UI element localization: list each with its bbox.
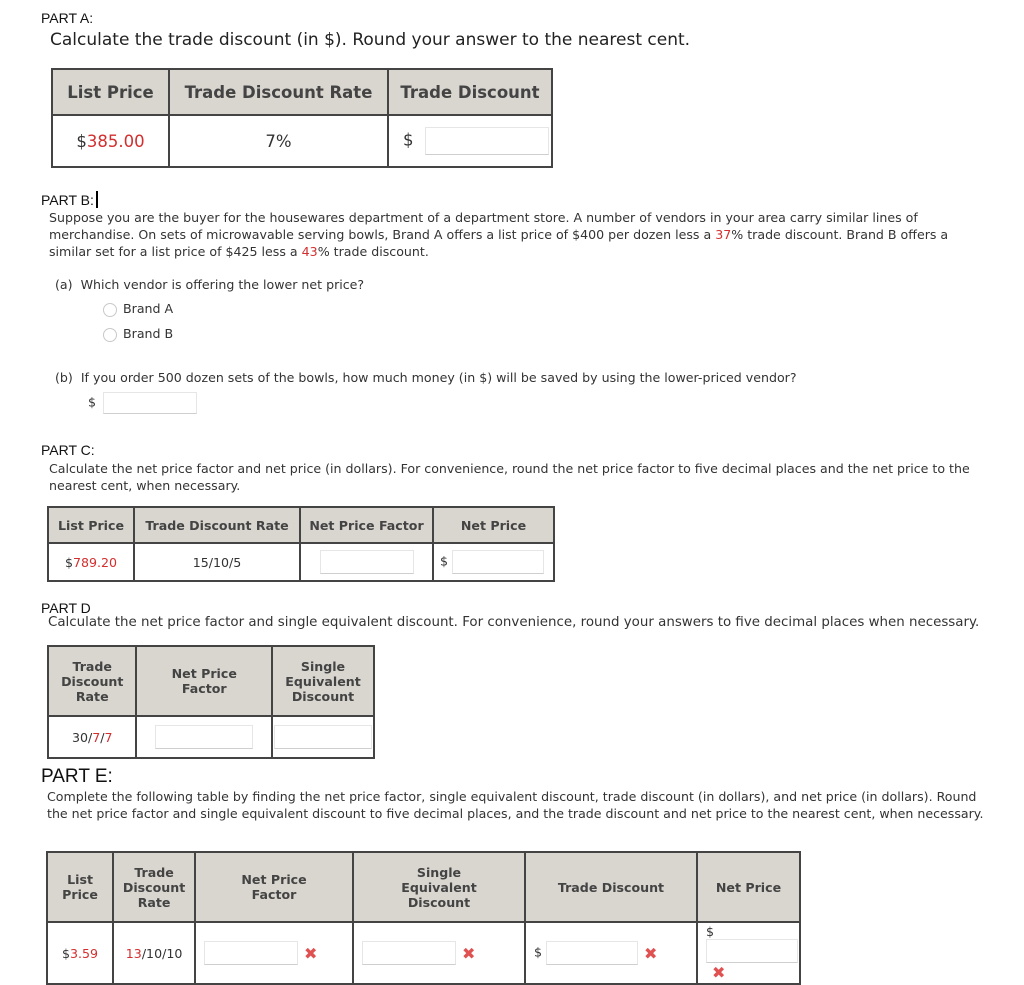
incorrect-x-icon: ✖ bbox=[712, 963, 726, 982]
part-a-label: PART A: bbox=[41, 10, 94, 26]
header-trade-discount: Trade Discount bbox=[523, 851, 699, 923]
part-d-instruction: Calculate the net price factor and singl… bbox=[48, 615, 980, 630]
header-trade-discount-rate: Trade Discount Rate bbox=[112, 851, 197, 923]
net-price-factor-input[interactable] bbox=[155, 725, 254, 749]
list-price-value: 385.00 bbox=[86, 131, 145, 151]
net-price-input[interactable] bbox=[452, 550, 545, 574]
header-net-price-factor: Net Price Factor bbox=[135, 645, 273, 717]
part-d-label: PART D bbox=[41, 600, 91, 616]
incorrect-x-icon: ✖ bbox=[304, 943, 318, 963]
currency-symbol: $ bbox=[706, 924, 715, 939]
net-price-cell: $ ✖ bbox=[696, 921, 801, 985]
currency-symbol: $ bbox=[533, 944, 542, 960]
trade-discount-rate-cell: 15/10/5 bbox=[133, 542, 301, 582]
list-price-value: 789.20 bbox=[72, 554, 118, 570]
header-single-equivalent-discount: Single Equivalent Discount bbox=[271, 645, 375, 717]
net-price-factor-cell bbox=[299, 542, 434, 582]
trade-discount-cell: $ bbox=[387, 114, 553, 168]
net-price-factor-input[interactable] bbox=[204, 941, 299, 965]
trade-discount-rate-cell: 30/7/7 bbox=[46, 715, 138, 759]
net-price-cell: $ bbox=[432, 542, 555, 582]
header-net-price: Net Price bbox=[696, 851, 801, 923]
header-list-price: List Price bbox=[45, 851, 115, 923]
header-trade-discount-rate: Trade Discount Rate bbox=[168, 68, 389, 116]
header-trade-discount-rate: Trade Discount Rate bbox=[133, 506, 301, 544]
part-c-instruction: Calculate the net price factor and net p… bbox=[49, 461, 970, 493]
net-price-factor-cell: ✖ bbox=[194, 921, 354, 985]
header-net-price: Net Price bbox=[432, 506, 555, 544]
header-single-equivalent-discount: Single Equivalent Discount bbox=[352, 851, 526, 923]
trade-discount-cell: $ ✖ bbox=[523, 921, 699, 985]
part-e-table: List Price Trade Discount Rate Net Price… bbox=[45, 851, 801, 985]
header-trade-discount: Trade Discount bbox=[387, 68, 553, 116]
net-price-factor-cell bbox=[135, 715, 273, 759]
trade-discount-input[interactable] bbox=[424, 127, 549, 155]
header-net-price-factor: Net Price Factor bbox=[194, 851, 354, 923]
single-equivalent-discount-input[interactable] bbox=[362, 941, 456, 965]
radio-brand-b[interactable] bbox=[103, 327, 117, 342]
part-b-paragraph: Suppose you are the buyer for the housew… bbox=[49, 210, 949, 259]
trade-discount-rate-cell: 7% bbox=[168, 114, 389, 168]
part-d-table: Trade Discount Rate Net Price Factor Sin… bbox=[46, 645, 375, 759]
single-equivalent-discount-cell bbox=[271, 715, 375, 759]
savings-field: $ bbox=[88, 392, 198, 414]
header-trade-discount-rate: Trade Discount Rate bbox=[46, 645, 138, 717]
currency-symbol: $ bbox=[440, 553, 449, 569]
part-a-instruction: Calculate the trade discount (in $). Rou… bbox=[50, 30, 691, 50]
incorrect-x-icon: ✖ bbox=[462, 943, 476, 963]
part-c-table: List Price Trade Discount Rate Net Price… bbox=[47, 506, 555, 582]
header-net-price-factor: Net Price Factor bbox=[299, 506, 434, 544]
header-list-price: List Price bbox=[51, 68, 170, 116]
currency-symbol: $ bbox=[403, 130, 414, 150]
list-price-cell: $789.20 bbox=[47, 542, 135, 582]
brand-b-rate: 43 bbox=[301, 244, 318, 259]
option-brand-a[interactable]: Brand A bbox=[103, 300, 173, 317]
trade-discount-rate-cell: 13/10/10 bbox=[112, 921, 197, 985]
part-c-label: PART C: bbox=[41, 442, 95, 458]
part-a-table: List Price Trade Discount Rate Trade Dis… bbox=[51, 68, 553, 168]
radio-brand-a[interactable] bbox=[103, 302, 117, 317]
brand-a-rate: 37 bbox=[715, 227, 732, 242]
savings-input[interactable] bbox=[103, 392, 198, 414]
part-e-instruction: Complete the following table by finding … bbox=[47, 789, 984, 821]
header-list-price: List Price bbox=[47, 506, 135, 544]
net-price-factor-input[interactable] bbox=[319, 550, 414, 574]
question-b: (b) If you order 500 dozen sets of the b… bbox=[55, 370, 797, 385]
part-e-label: PART E: bbox=[41, 766, 113, 787]
currency-symbol: $ bbox=[88, 394, 97, 410]
single-equivalent-discount-input[interactable] bbox=[274, 725, 372, 749]
list-price-cell: $3.59 bbox=[45, 921, 115, 985]
option-brand-b[interactable]: Brand B bbox=[103, 325, 173, 342]
incorrect-x-icon: ✖ bbox=[644, 943, 658, 963]
net-price-input[interactable] bbox=[706, 939, 798, 963]
part-b-label: PART B: bbox=[41, 191, 98, 208]
list-price-value: 3.59 bbox=[70, 945, 99, 961]
list-price-cell: $385.00 bbox=[51, 114, 170, 168]
text-cursor bbox=[95, 191, 98, 208]
single-equivalent-discount-cell: ✖ bbox=[352, 921, 526, 985]
trade-discount-input[interactable] bbox=[546, 941, 639, 965]
question-a: (a) Which vendor is offering the lower n… bbox=[55, 277, 365, 292]
